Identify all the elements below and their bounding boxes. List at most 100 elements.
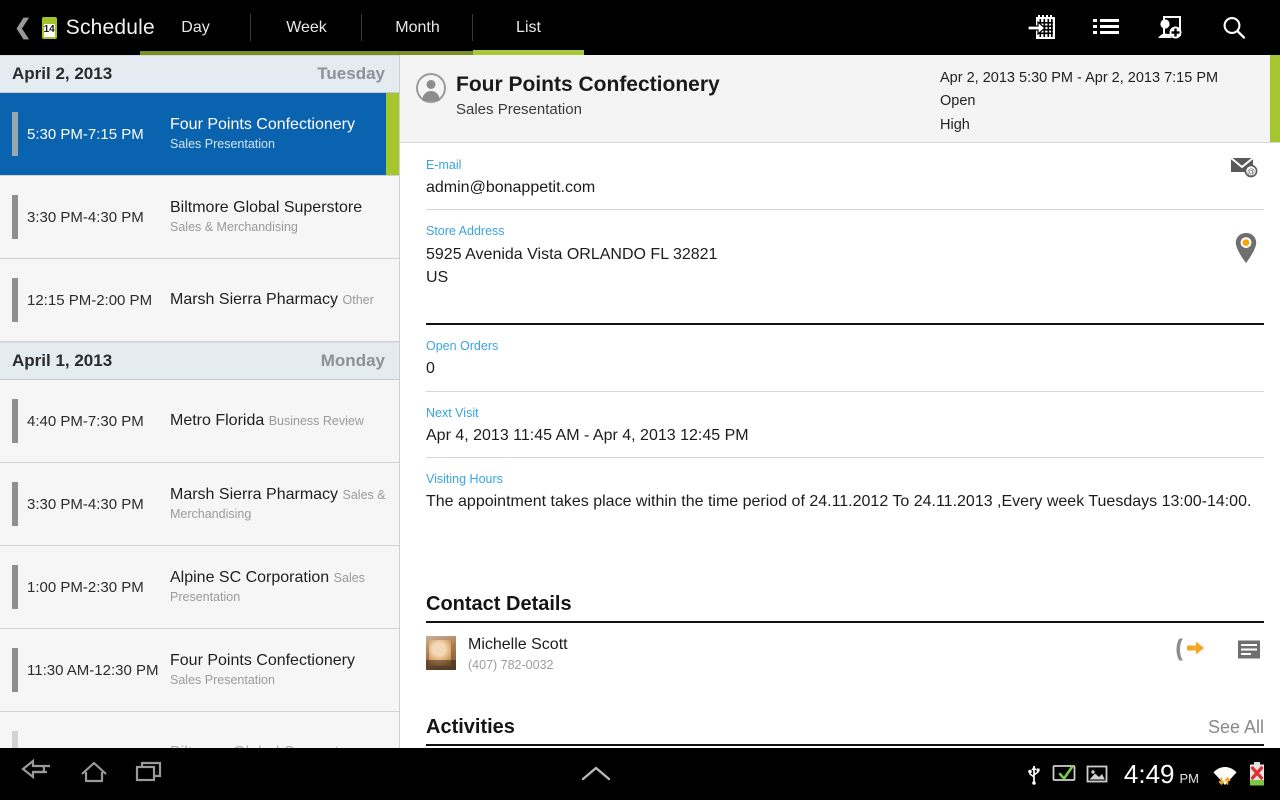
chevron-left-icon[interactable]: ❮ (14, 17, 32, 38)
app-home-button[interactable]: ❮ 14 Schedule (0, 0, 155, 55)
phone-call-icon[interactable] (1174, 636, 1208, 669)
field-store-address-value: 5925 Avenida Vista ORLANDO FL 32821 US (426, 245, 718, 286)
view-tabs: Day Week Month List (140, 0, 584, 55)
list-view-icon (1093, 18, 1119, 34)
appointment-time: 4:40 PM-7:30 PM (27, 412, 144, 430)
tab-week[interactable]: Week (251, 0, 362, 55)
add-contact-button[interactable] (1138, 0, 1202, 55)
detail-title: Four Points Confectionery (456, 73, 720, 96)
go-to-date-icon (1027, 14, 1055, 39)
wifi-data-icon (1212, 761, 1238, 787)
clock-ampm: PM (1179, 771, 1200, 786)
appointment-account: Four Points Confectionery (170, 652, 355, 669)
search-icon (1223, 16, 1246, 39)
tab-list[interactable]: List (473, 0, 584, 55)
appointment-time: 3:30 PM-4:30 PM (27, 208, 144, 226)
appointment-type: Sales Presentation (170, 673, 275, 687)
detail-status: Open (940, 93, 976, 110)
day-header-april-2: April 2, 2013 Tuesday (0, 55, 399, 93)
contact-details-title: Contact Details (426, 593, 572, 616)
contact-row[interactable]: Michelle Scott (407) 782-0032 (426, 623, 1264, 681)
tab-month[interactable]: Month (362, 0, 473, 55)
list-item[interactable]: 5:30 PM-7:15 PM Four Points Confectioner… (0, 93, 399, 176)
list-item[interactable]: 3:30 PM-4:30 PM Biltmore Global Supersto… (0, 176, 399, 259)
screenshot-ready-icon (1052, 764, 1076, 784)
system-nav (0, 758, 166, 790)
notes-icon[interactable] (1236, 638, 1262, 667)
activities-title: Activities (426, 715, 515, 738)
detail-datetime: Apr 2, 2013 5:30 PM - Apr 2, 2013 7:15 P… (940, 70, 1219, 86)
appointment-time: 5:30 PM-7:15 PM (27, 125, 144, 143)
list-view-button[interactable] (1074, 0, 1138, 55)
home-icon[interactable] (78, 759, 110, 790)
list-item[interactable]: 12:15 PM-2:00 PM Marsh Sierra Pharmacy O… (0, 259, 399, 342)
day-header-weekday: Monday (320, 351, 385, 370)
image-icon (1086, 764, 1108, 784)
activities-header: Activities See All (426, 694, 1264, 746)
day-header-april-1: April 1, 2013 Monday (0, 342, 399, 380)
field-email-value[interactable]: admin@bonappetit.com (426, 173, 1264, 199)
appointment-type: Business Review (268, 414, 364, 428)
detail-body: E-mail admin@bonappetit.com @ Store Addr… (400, 144, 1280, 748)
field-email: E-mail admin@bonappetit.com @ (426, 144, 1264, 211)
list-item[interactable]: 4:40 PM-7:30 PM Metro Florida Business R… (0, 380, 399, 463)
appointment-time: 11:30 AM-12:30 PM (27, 661, 159, 679)
detail-subtitle: Sales Presentation (456, 100, 582, 118)
search-button[interactable] (1202, 0, 1266, 55)
map-pin-icon[interactable] (1234, 232, 1258, 269)
field-next-visit-label: Next Visit (426, 405, 479, 420)
day-header-date: April 2, 2013 (12, 64, 113, 83)
list-item[interactable]: 11:30 AM-12:30 PM Four Points Confection… (0, 629, 399, 712)
tab-day[interactable]: Day (140, 0, 251, 55)
system-menu[interactable] (166, 764, 1026, 784)
tab-list-label: List (516, 18, 541, 36)
main-content: April 2, 2013 Tuesday 5:30 PM-7:15 PM Fo… (0, 55, 1280, 748)
appointment-type: Sales & Merchandising (170, 220, 298, 234)
calendar-icon: 14 (41, 16, 57, 39)
contact-details-header: Contact Details (426, 571, 1264, 624)
detail-header: Four Points Confectionery Sales Presenta… (400, 55, 1280, 143)
contact-phone: (407) 782-0032 (468, 657, 554, 672)
system-bar: 4:49 PM (0, 748, 1280, 800)
list-item[interactable]: 9:30 AM-10:30 AM Biltmore Global Superst… (0, 712, 399, 748)
field-visiting-hours-label: Visiting Hours (426, 471, 503, 486)
appointment-detail: Four Points Confectionery Sales Presenta… (400, 55, 1280, 748)
system-status[interactable]: 4:49 PM (1026, 761, 1280, 787)
avatar (426, 636, 456, 671)
tablet-screen: ❮ 14 Schedule Day Week Month List April … (0, 0, 1280, 800)
field-email-label: E-mail (426, 158, 462, 172)
usb-icon (1026, 763, 1042, 785)
detail-priority: High (940, 116, 970, 133)
battery-error-icon (1248, 761, 1266, 787)
appointment-account: Marsh Sierra Pharmacy (170, 486, 339, 503)
tab-week-label: Week (286, 18, 327, 36)
field-visiting-hours: Visiting Hours The appointment takes pla… (426, 458, 1264, 513)
see-all-link[interactable]: See All (1208, 717, 1264, 738)
list-item[interactable]: 1:00 PM-2:30 PM Alpine SC Corporation Sa… (0, 546, 399, 629)
appointment-account: Biltmore Global Superstore (170, 199, 363, 216)
day-header-date: April 1, 2013 (12, 351, 113, 370)
appointment-time: 12:15 PM-2:00 PM (27, 291, 153, 309)
list-item[interactable]: 3:30 PM-4:30 PM Marsh Sierra Pharmacy Sa… (0, 463, 399, 546)
field-open-orders-label: Open Orders (426, 339, 499, 354)
go-to-date-button[interactable] (1010, 0, 1074, 55)
appointment-account: Marsh Sierra Pharmacy (170, 291, 339, 308)
schedule-list[interactable]: April 2, 2013 Tuesday 5:30 PM-7:15 PM Fo… (0, 55, 400, 748)
field-open-orders-value: 0 (426, 360, 435, 378)
contact-name: Michelle Scott (468, 636, 568, 654)
add-contact-icon (1158, 15, 1182, 38)
svg-text:@: @ (1247, 167, 1255, 176)
appointment-account: Alpine SC Corporation (170, 569, 330, 586)
field-store-address: Store Address 5925 Avenida Vista ORLANDO… (426, 210, 1264, 326)
appointment-type: Sales Presentation (170, 137, 275, 151)
email-icon[interactable]: @ (1230, 156, 1258, 183)
tab-day-label: Day (181, 18, 210, 36)
back-icon[interactable] (20, 758, 54, 790)
field-next-visit-value: Apr 4, 2013 11:45 AM - Apr 4, 2013 12:45… (426, 426, 749, 444)
recents-icon[interactable] (134, 759, 166, 790)
chevron-up-icon (581, 766, 611, 781)
selected-indicator (386, 93, 399, 175)
field-next-visit: Next Visit Apr 4, 2013 11:45 AM - Apr 4,… (426, 392, 1264, 458)
appointment-time: 3:30 PM-4:30 PM (27, 495, 144, 513)
person-icon (416, 73, 446, 103)
